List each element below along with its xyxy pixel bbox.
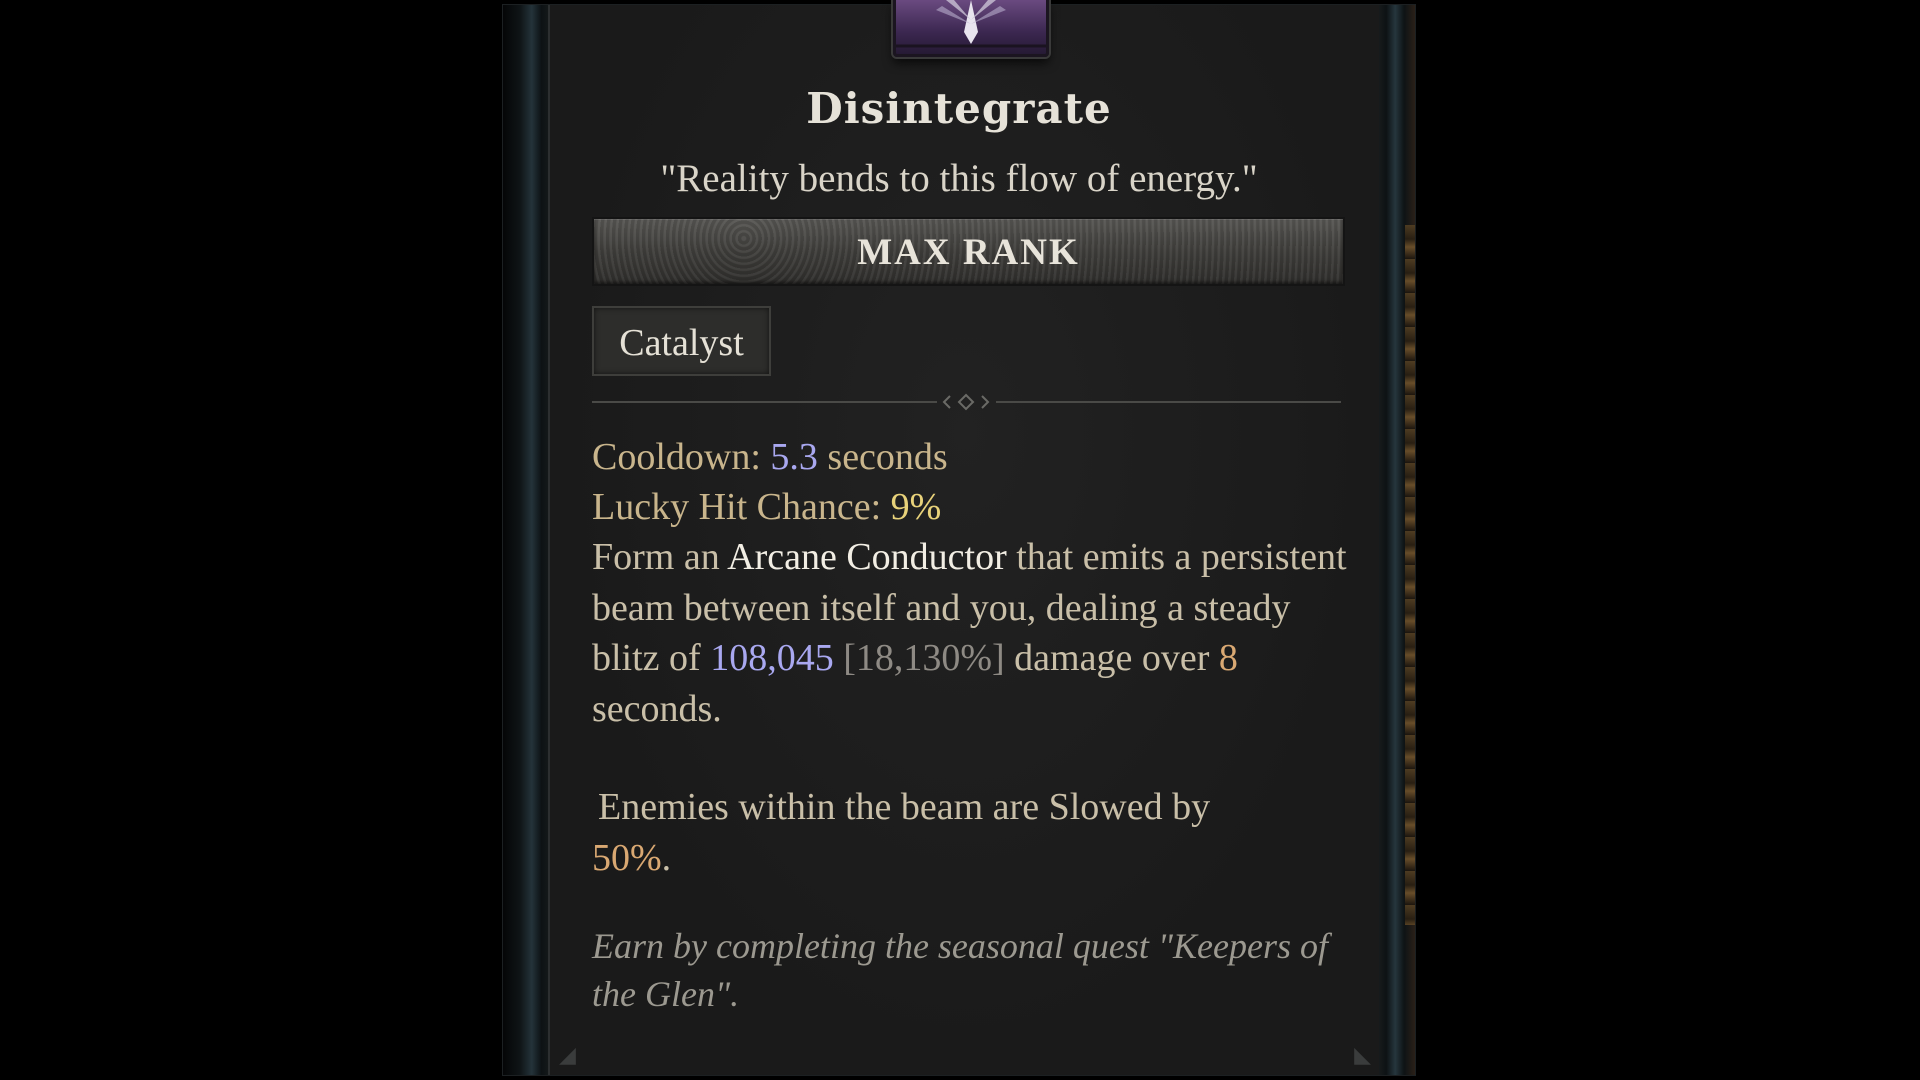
slow-value: 50%	[592, 836, 662, 879]
cooldown-value: 5.3	[770, 436, 818, 478]
description-text: seconds.	[592, 687, 722, 730]
skill-flavor-text: "Reality bends to this flow of energy."	[660, 157, 1258, 200]
skill-description: Form an Arcane Conductor that emits a pe…	[592, 532, 1352, 734]
description-text: damage over	[1014, 637, 1219, 679]
damage-percent: [18,130%]	[843, 637, 1005, 679]
arcane-conductor-keyword: Arcane Conductor	[727, 536, 1007, 578]
rank-label: MAX RANK	[857, 232, 1080, 273]
corner-ornament-icon: ◢	[559, 1043, 576, 1068]
cooldown-label: Cooldown:	[592, 436, 761, 478]
duration-value: 8	[1218, 637, 1238, 679]
lucky-hit-value: 9%	[890, 486, 942, 528]
disintegrate-skill-icon	[893, 0, 1049, 57]
description-text: .	[661, 836, 672, 879]
description-text: Form an	[592, 536, 728, 578]
lucky-hit-label: Lucky Hit Chance:	[592, 486, 882, 528]
lucky-hit-stat: Lucky Hit Chance: 9%	[592, 482, 1352, 532]
skill-tag: Catalyst	[592, 306, 771, 376]
rank-bar: MAX RANK	[592, 217, 1345, 286]
skill-description-slow: Enemies within the beam are Slowed by 50…	[592, 782, 1358, 883]
corner-ornament-icon: ◣	[1354, 1043, 1371, 1068]
skill-title: Disintegrate	[806, 84, 1112, 133]
cooldown-unit: seconds	[827, 436, 948, 478]
description-text: Enemies within the beam are Slowed by	[598, 786, 1211, 828]
unlock-note: Earn by completing the seasonal quest "K…	[592, 926, 1328, 1014]
section-divider	[592, 393, 1341, 411]
cooldown-stat: Cooldown: 5.3 seconds	[592, 432, 1352, 482]
damage-value: 108,045	[710, 637, 834, 679]
skill-tag-label: Catalyst	[619, 322, 744, 364]
